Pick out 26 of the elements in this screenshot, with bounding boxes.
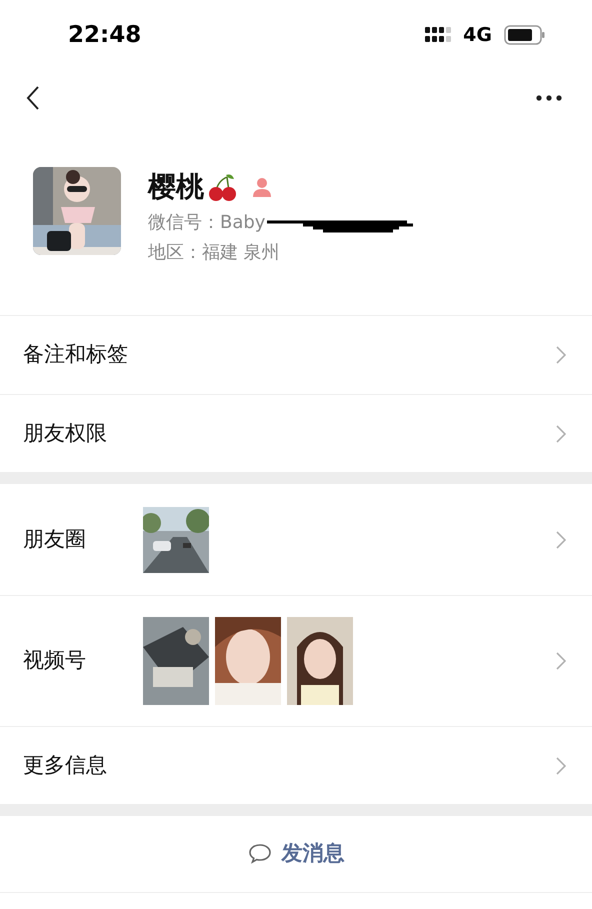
settings-row[interactable]: 备注和标签 (0, 316, 592, 394)
contact-name: 樱桃 (148, 169, 204, 205)
more-icon (536, 94, 562, 100)
battery-icon (504, 25, 546, 45)
chevron-right-icon (556, 756, 566, 774)
network-label: 4G (463, 22, 492, 48)
settings-row[interactable]: 视频号 (0, 595, 592, 726)
row-label: 更多信息 (23, 752, 108, 779)
row-label: 朋友权限 (23, 420, 108, 447)
row-label: 备注和标签 (23, 341, 129, 368)
settings-row[interactable]: 朋友权限 (0, 394, 592, 472)
wechat-id: 微信号：Baby (148, 211, 266, 235)
row-label: 朋友圈 (23, 526, 87, 553)
person-icon (252, 176, 272, 198)
settings-row[interactable]: 更多信息 (0, 726, 592, 804)
chevron-right-icon (556, 652, 566, 670)
region-label: 地区：福建 泉州 (148, 241, 281, 265)
status-time: 22:48 (68, 20, 142, 50)
back-icon (26, 84, 40, 110)
send-message-button[interactable]: 发消息 (0, 816, 592, 893)
chevron-right-icon (556, 424, 566, 442)
chevron-right-icon (556, 530, 566, 548)
chevron-right-icon (556, 346, 566, 364)
settings-row[interactable]: 朋友圈 (0, 484, 592, 595)
chat-bubble-icon (248, 843, 272, 865)
row-label: 视频号 (23, 647, 87, 674)
